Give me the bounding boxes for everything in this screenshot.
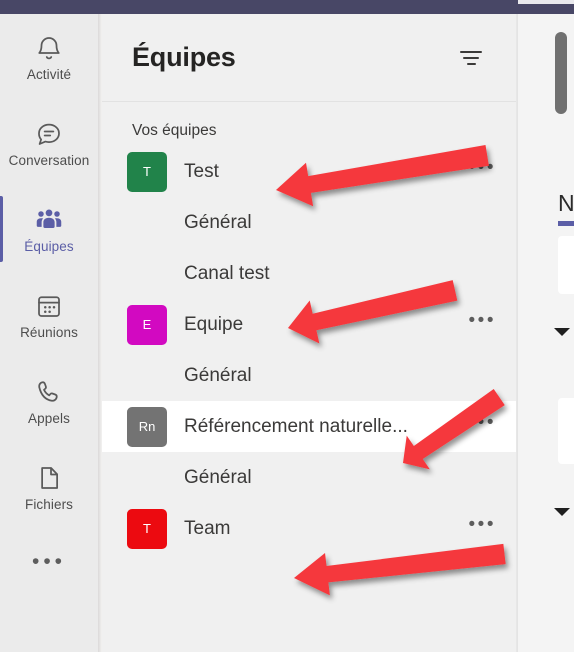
channel-row[interactable]: Général: [102, 197, 516, 248]
page-title: Équipes: [132, 42, 236, 72]
team-more-options-button[interactable]: •••: [469, 515, 496, 537]
content-card[interactable]: [558, 398, 574, 464]
app-rail: Activité Conversation Équipes Réunions A…: [0, 14, 98, 652]
team-more-options-button[interactable]: •••: [469, 413, 496, 435]
teams-list-panel: Équipes Vos équipes T Test ••• Général C…: [102, 14, 516, 652]
title-bar: [0, 0, 574, 14]
channel-name: Général: [184, 211, 252, 233]
avatar-initials: Rn: [138, 419, 156, 434]
avatar-initials: T: [143, 521, 151, 536]
file-icon: [34, 463, 64, 493]
channel-row[interactable]: Général: [102, 350, 516, 401]
teams-app-window: Activité Conversation Équipes Réunions A…: [0, 0, 574, 652]
phone-icon: [34, 377, 64, 407]
team-row[interactable]: Rn Référencement naturelle... •••: [102, 401, 516, 452]
sidebar-item-activite[interactable]: Activité: [0, 14, 98, 100]
people-icon: [34, 205, 64, 235]
team-more-options-button[interactable]: •••: [469, 311, 496, 333]
team-row[interactable]: E Equipe •••: [102, 299, 516, 350]
avatar: T: [127, 151, 167, 192]
filter-button[interactable]: [454, 41, 488, 75]
avatar-initials: T: [143, 164, 151, 179]
sidebar-item-label: Appels: [28, 410, 70, 426]
team-row[interactable]: T Team •••: [102, 503, 516, 554]
chevron-down-icon[interactable]: [554, 508, 570, 516]
sidebar-more-apps-button[interactable]: •••: [0, 530, 98, 594]
sidebar-item-appels[interactable]: Appels: [0, 358, 98, 444]
sidebar-item-label: Conversation: [8, 152, 90, 168]
active-indicator: [0, 196, 3, 262]
sidebar-item-conversation[interactable]: Conversation: [0, 100, 98, 186]
channel-row[interactable]: Canal test: [102, 248, 516, 299]
avatar: E: [127, 304, 167, 345]
chevron-down-icon[interactable]: [554, 328, 570, 336]
window-edge-strip: [518, 0, 574, 4]
team-name: Equipe: [184, 313, 244, 335]
channel-row[interactable]: Général: [102, 452, 516, 503]
content-card[interactable]: [558, 236, 574, 294]
team-more-options-button[interactable]: •••: [469, 158, 496, 180]
sidebar-item-label: Réunions: [20, 324, 78, 340]
filter-icon: [460, 50, 482, 65]
sidebar-item-equipes[interactable]: Équipes: [0, 186, 98, 272]
sidebar-item-label: Fichiers: [24, 496, 74, 512]
sidebar-item-label: Activité: [26, 66, 72, 82]
vertical-scrollbar[interactable]: [555, 32, 567, 114]
channel-name: Général: [184, 364, 252, 386]
avatar: Rn: [127, 406, 167, 447]
content-heading: N: [558, 190, 574, 216]
content-area-preview: N: [516, 14, 574, 652]
chat-icon: [34, 119, 64, 149]
sidebar-item-label: Équipes: [24, 238, 74, 254]
avatar: T: [127, 508, 167, 549]
bell-icon: [34, 33, 64, 63]
sidebar-item-fichiers[interactable]: Fichiers: [0, 444, 98, 530]
team-name: Test: [184, 160, 219, 182]
channel-name: Canal test: [184, 262, 270, 284]
panel-header: Équipes: [102, 14, 516, 102]
channel-name: Général: [184, 466, 252, 488]
team-name: Référencement naturelle...: [184, 415, 408, 437]
calendar-icon: [34, 291, 64, 321]
tab-active-underline: [558, 221, 574, 226]
section-label-your-teams: Vos équipes: [132, 122, 217, 139]
team-name: Team: [184, 517, 231, 539]
team-row[interactable]: T Test •••: [102, 146, 516, 197]
ellipsis-icon: •••: [31, 549, 67, 573]
sidebar-item-reunions[interactable]: Réunions: [0, 272, 98, 358]
avatar-initials: E: [142, 317, 152, 332]
